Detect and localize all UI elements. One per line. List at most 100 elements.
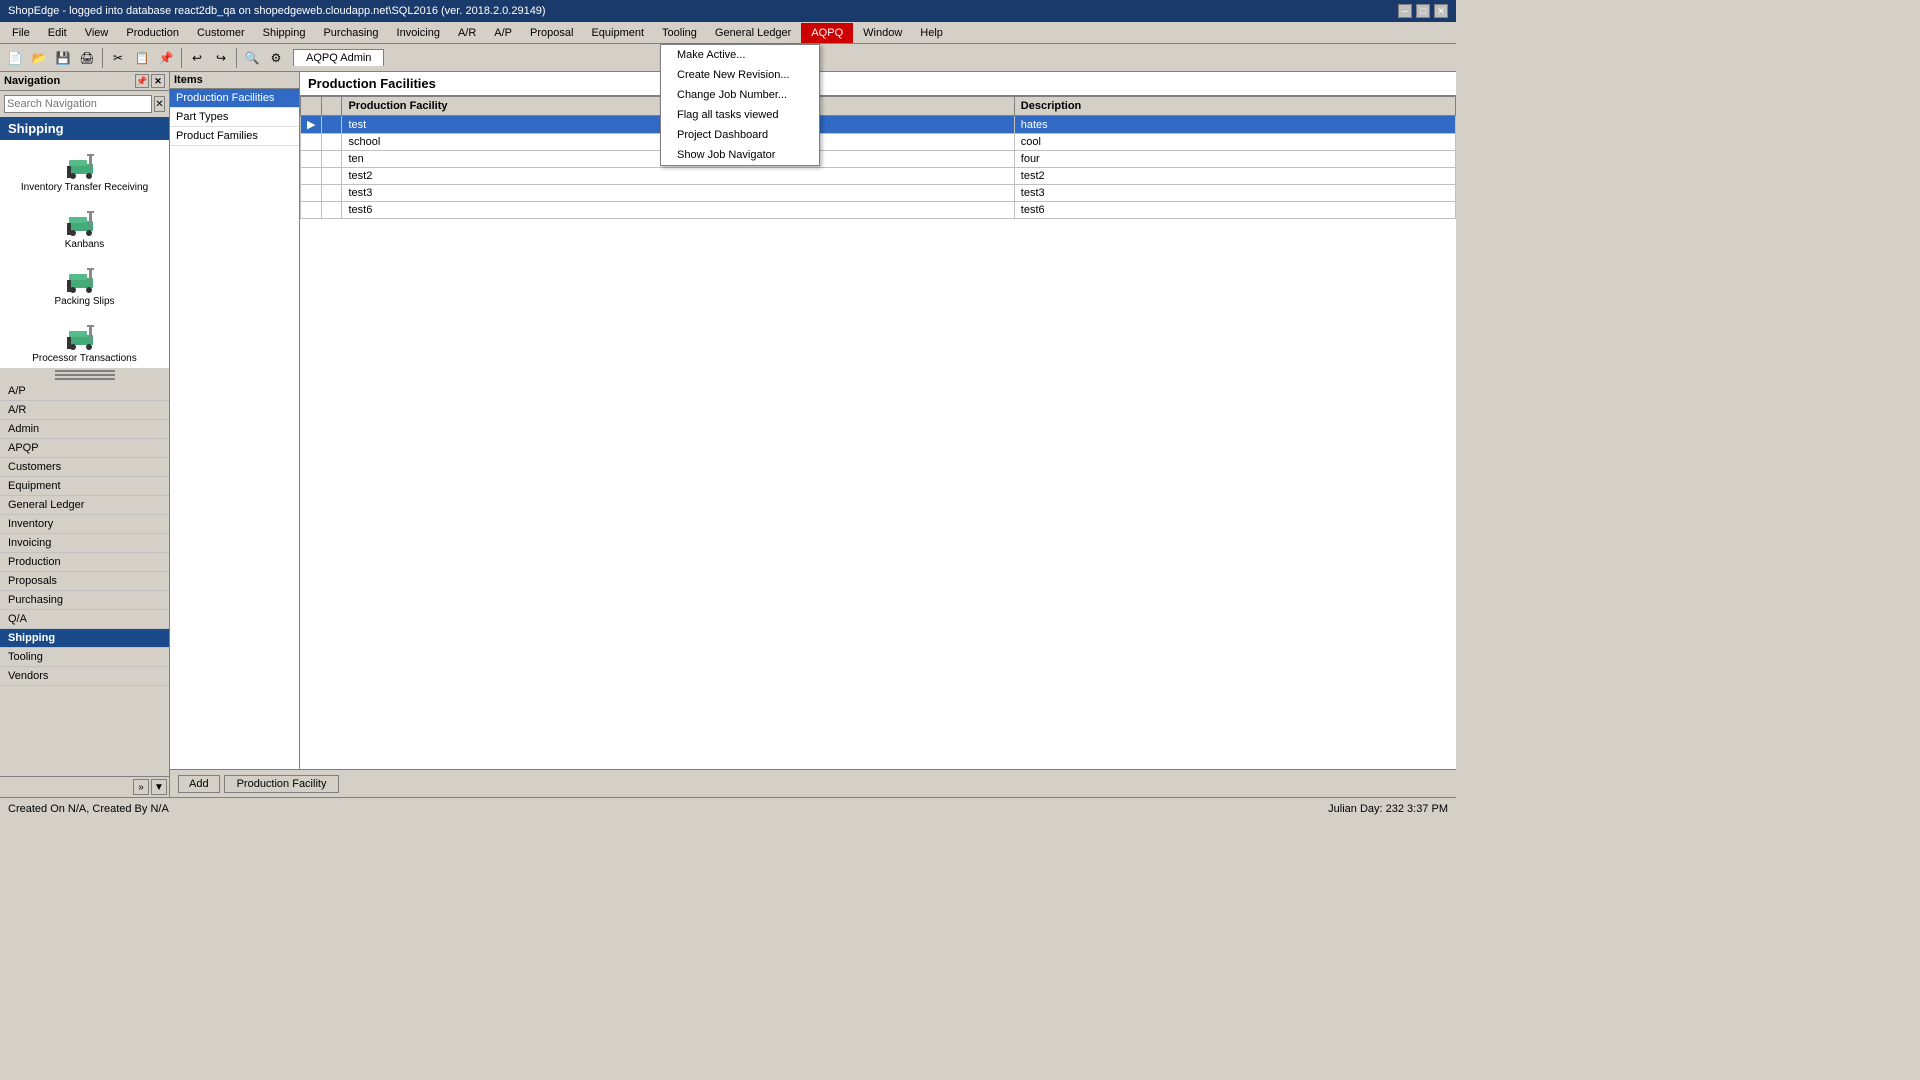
nav-item-packing-slips[interactable]: Packing Slips [0, 254, 169, 311]
nav-section-shipping[interactable]: Shipping [0, 117, 169, 140]
toolbar-undo[interactable]: ↩ [186, 47, 208, 69]
toolbar-separator-1 [102, 48, 103, 68]
col-arrow [301, 97, 322, 116]
status-left: Created On N/A, Created By N/A [8, 803, 169, 815]
search-input[interactable] [4, 95, 152, 113]
menu-equipment[interactable]: Equipment [583, 25, 652, 41]
inventory-transfer-icon [67, 144, 103, 180]
nav-section-ap[interactable]: A/P [0, 382, 169, 401]
dropdown-project-dashboard[interactable]: Project Dashboard [661, 125, 819, 145]
menu-proposal[interactable]: Proposal [522, 25, 581, 41]
menu-shipping[interactable]: Shipping [255, 25, 314, 41]
close-button[interactable]: ✕ [1434, 4, 1448, 18]
menu-help[interactable]: Help [912, 25, 951, 41]
navigation-panel: Navigation 📌 ✕ ✕ Shipping [0, 72, 170, 797]
nav-section-proposals[interactable]: Proposals [0, 572, 169, 591]
nav-header: Navigation 📌 ✕ [0, 72, 169, 91]
menu-aqpq[interactable]: AQPQ [801, 23, 853, 43]
menu-invoicing[interactable]: Invoicing [389, 25, 448, 41]
nav-close-button[interactable]: ✕ [151, 74, 165, 88]
table-row[interactable]: school cool [301, 134, 1456, 151]
minimize-button[interactable]: ─ [1398, 4, 1412, 18]
nav-title: Navigation [4, 75, 60, 87]
nav-item-processor-transactions[interactable]: Processor Transactions [0, 311, 169, 368]
nav-section-customers[interactable]: Customers [0, 458, 169, 477]
nav-section-invoicing[interactable]: Invoicing [0, 534, 169, 553]
nav-section-production[interactable]: Production [0, 553, 169, 572]
toolbar-save[interactable]: 💾 [52, 47, 74, 69]
table-row[interactable]: test2 test2 [301, 168, 1456, 185]
nav-section-purchasing[interactable]: Purchasing [0, 591, 169, 610]
production-facility-tab[interactable]: Production Facility [224, 775, 340, 793]
table-row[interactable]: ten four [301, 151, 1456, 168]
row-description: test3 [1014, 185, 1455, 202]
title-bar: ShopEdge - logged into database react2db… [0, 0, 1456, 22]
title-bar-controls: ─ □ ✕ [1398, 4, 1448, 18]
nav-section-equipment[interactable]: Equipment [0, 477, 169, 496]
items-production-facilities[interactable]: Production Facilities [170, 89, 299, 108]
toolbar-open[interactable]: 📂 [28, 47, 50, 69]
nav-section-tooling[interactable]: Tooling [0, 648, 169, 667]
nav-section-qa[interactable]: Q/A [0, 610, 169, 629]
menu-production[interactable]: Production [118, 25, 187, 41]
menu-window[interactable]: Window [855, 25, 910, 41]
menu-customer[interactable]: Customer [189, 25, 253, 41]
add-button[interactable]: Add [178, 775, 220, 793]
row-arrow [301, 168, 322, 185]
nav-section-admin[interactable]: Admin [0, 420, 169, 439]
dropdown-change-job-number[interactable]: Change Job Number... [661, 85, 819, 105]
menu-ar[interactable]: A/R [450, 25, 484, 41]
menu-general-ledger[interactable]: General Ledger [707, 25, 799, 41]
nav-section-vendors[interactable]: Vendors [0, 667, 169, 686]
nav-section-ar[interactable]: A/R [0, 401, 169, 420]
table-row[interactable]: test6 test6 [301, 202, 1456, 219]
toolbar-paste[interactable]: 📌 [155, 47, 177, 69]
nav-pin-button[interactable]: 📌 [135, 74, 149, 88]
menu-file[interactable]: File [4, 25, 38, 41]
toolbar-new[interactable]: 📄 [4, 47, 26, 69]
row-arrow [301, 185, 322, 202]
aqpq-dropdown-menu: Make Active... Create New Revision... Ch… [660, 44, 820, 166]
nav-item-kanbans[interactable]: Kanbans [0, 197, 169, 254]
kanbans-label: Kanbans [65, 239, 104, 250]
toolbar-settings[interactable]: ⚙ [265, 47, 287, 69]
toolbar-search[interactable]: 🔍 [241, 47, 263, 69]
aqpq-admin-tab[interactable]: AQPQ Admin [293, 49, 384, 66]
items-panel: Items Production Facilities Part Types P… [170, 72, 300, 769]
production-facilities-table: Production Facility Description ▶ test h… [300, 96, 1456, 219]
search-clear-button[interactable]: ✕ [154, 96, 165, 112]
row-checkbox [322, 134, 342, 151]
dropdown-make-active[interactable]: Make Active... [661, 45, 819, 65]
row-arrow: ▶ [301, 116, 322, 134]
menu-purchasing[interactable]: Purchasing [315, 25, 386, 41]
menu-view[interactable]: View [77, 25, 117, 41]
toolbar-copy[interactable]: 📋 [131, 47, 153, 69]
nav-expand-button[interactable]: » [133, 779, 149, 795]
data-panel: Production Facilities Production Facilit… [300, 72, 1456, 769]
row-description: test6 [1014, 202, 1455, 219]
items-product-families[interactable]: Product Families [170, 127, 299, 146]
nav-section-apqp[interactable]: APQP [0, 439, 169, 458]
toolbar-cut[interactable]: ✂ [107, 47, 129, 69]
processor-transactions-icon [67, 315, 103, 351]
dropdown-flag-all-tasks[interactable]: Flag all tasks viewed [661, 105, 819, 125]
toolbar-redo[interactable]: ↪ [210, 47, 232, 69]
nav-section-inventory[interactable]: Inventory [0, 515, 169, 534]
toolbar-print[interactable]: 🖨 [76, 47, 98, 69]
table-row[interactable]: ▶ test hates [301, 116, 1456, 134]
items-part-types[interactable]: Part Types [170, 108, 299, 127]
nav-item-inventory-transfer[interactable]: Inventory Transfer Receiving [0, 140, 169, 197]
menu-edit[interactable]: Edit [40, 25, 75, 41]
menu-tooling[interactable]: Tooling [654, 25, 705, 41]
nav-section-general-ledger[interactable]: General Ledger [0, 496, 169, 515]
nav-section-shipping-bottom[interactable]: Shipping [0, 629, 169, 648]
row-facility: test3 [342, 185, 1014, 202]
maximize-button[interactable]: □ [1416, 4, 1430, 18]
dropdown-create-new-revision[interactable]: Create New Revision... [661, 65, 819, 85]
menu-ap[interactable]: A/P [486, 25, 520, 41]
table-row[interactable]: test3 test3 [301, 185, 1456, 202]
dropdown-show-job-navigator[interactable]: Show Job Navigator [661, 145, 819, 165]
col-select [322, 97, 342, 116]
row-description: test2 [1014, 168, 1455, 185]
nav-collapse-button[interactable]: ▼ [151, 779, 167, 795]
